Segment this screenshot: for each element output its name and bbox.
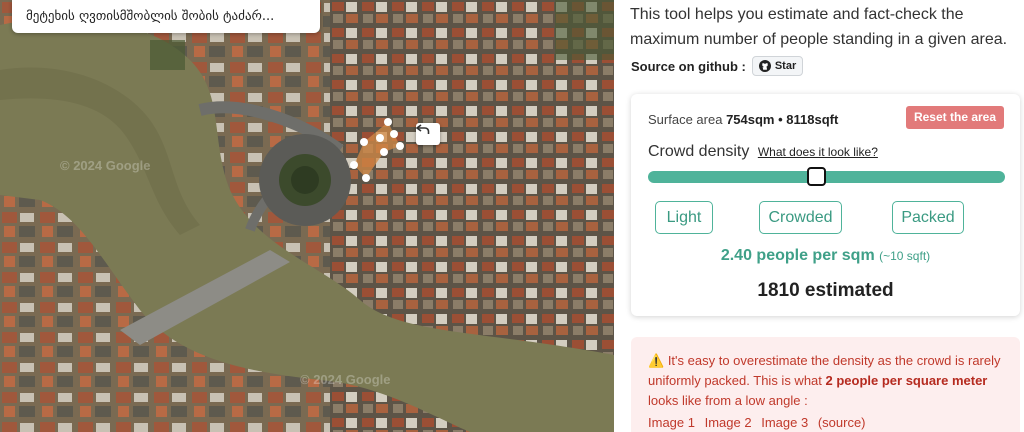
undo-icon: [416, 124, 430, 134]
what-does-it-look-like-link[interactable]: What does it look like?: [758, 145, 878, 159]
star-label: Star: [774, 60, 797, 72]
density-slider-thumb[interactable]: [807, 167, 826, 186]
side-panel: This tool helps you estimate and fact-ch…: [614, 0, 1024, 432]
map-watermark: © 2024 Google: [300, 372, 391, 387]
surface-sqm: 754sqm: [726, 112, 775, 127]
undo-button[interactable]: [416, 123, 440, 145]
surface-area: Surface area 754sqm • 8118sqft: [648, 112, 838, 127]
surface-separator: •: [778, 112, 783, 127]
example-image-links: Image 1 Image 2 Image 3 (source): [648, 413, 1003, 432]
github-icon: [758, 60, 771, 72]
map-watermark: © 2024 Google: [60, 158, 151, 173]
crowd-density-heading: Crowd density What does it look like?: [648, 143, 878, 161]
place-name-label[interactable]: მეტეხის ღვთისმშობლის შობის ტაძარ...: [12, 0, 320, 33]
github-label: Source on github :: [631, 58, 746, 74]
warning-icon: ⚠️: [648, 353, 665, 368]
crowd-density-title: Crowd density: [648, 143, 750, 160]
warning-bold: 2 people per square meter: [825, 373, 988, 388]
warning-text-2: looks like from a low angle :: [648, 393, 808, 408]
density-per-sqm: 2.40 people per sqm (~10 sqft): [631, 247, 1020, 265]
density-warning-box: ⚠️ It's easy to overestimate the density…: [631, 337, 1020, 432]
preset-packed-button[interactable]: Packed: [892, 201, 964, 234]
intro-text: This tool helps you estimate and fact-ch…: [630, 6, 1008, 48]
per-sqm-value: 2.40 people per sqm: [720, 247, 875, 264]
map-imagery: [0, 0, 614, 432]
github-source-row: Source on github : Star: [631, 56, 804, 76]
satellite-map[interactable]: © 2024 Google © 2024 Google მეტეხის ღვთი…: [0, 0, 614, 432]
surface-sqft: 8118sqft: [786, 112, 839, 127]
github-star-button[interactable]: Star: [751, 56, 804, 76]
surface-label: Surface area: [648, 112, 723, 127]
preset-light-button[interactable]: Light: [655, 201, 713, 234]
reset-area-button[interactable]: Reset the area: [906, 106, 1004, 129]
image-3-link[interactable]: Image 3: [761, 415, 808, 430]
image-2-link[interactable]: Image 2: [705, 415, 752, 430]
image-1-link[interactable]: Image 1: [648, 415, 695, 430]
per-sqft-value: (~10 sqft): [879, 249, 931, 263]
estimate-total: 1810 estimated: [757, 280, 894, 301]
estimate-card: Surface area 754sqm • 8118sqft Reset the…: [631, 94, 1020, 316]
preset-crowded-button[interactable]: Crowded: [759, 201, 842, 234]
density-slider[interactable]: [648, 167, 1005, 186]
source-link[interactable]: (source): [818, 415, 866, 430]
